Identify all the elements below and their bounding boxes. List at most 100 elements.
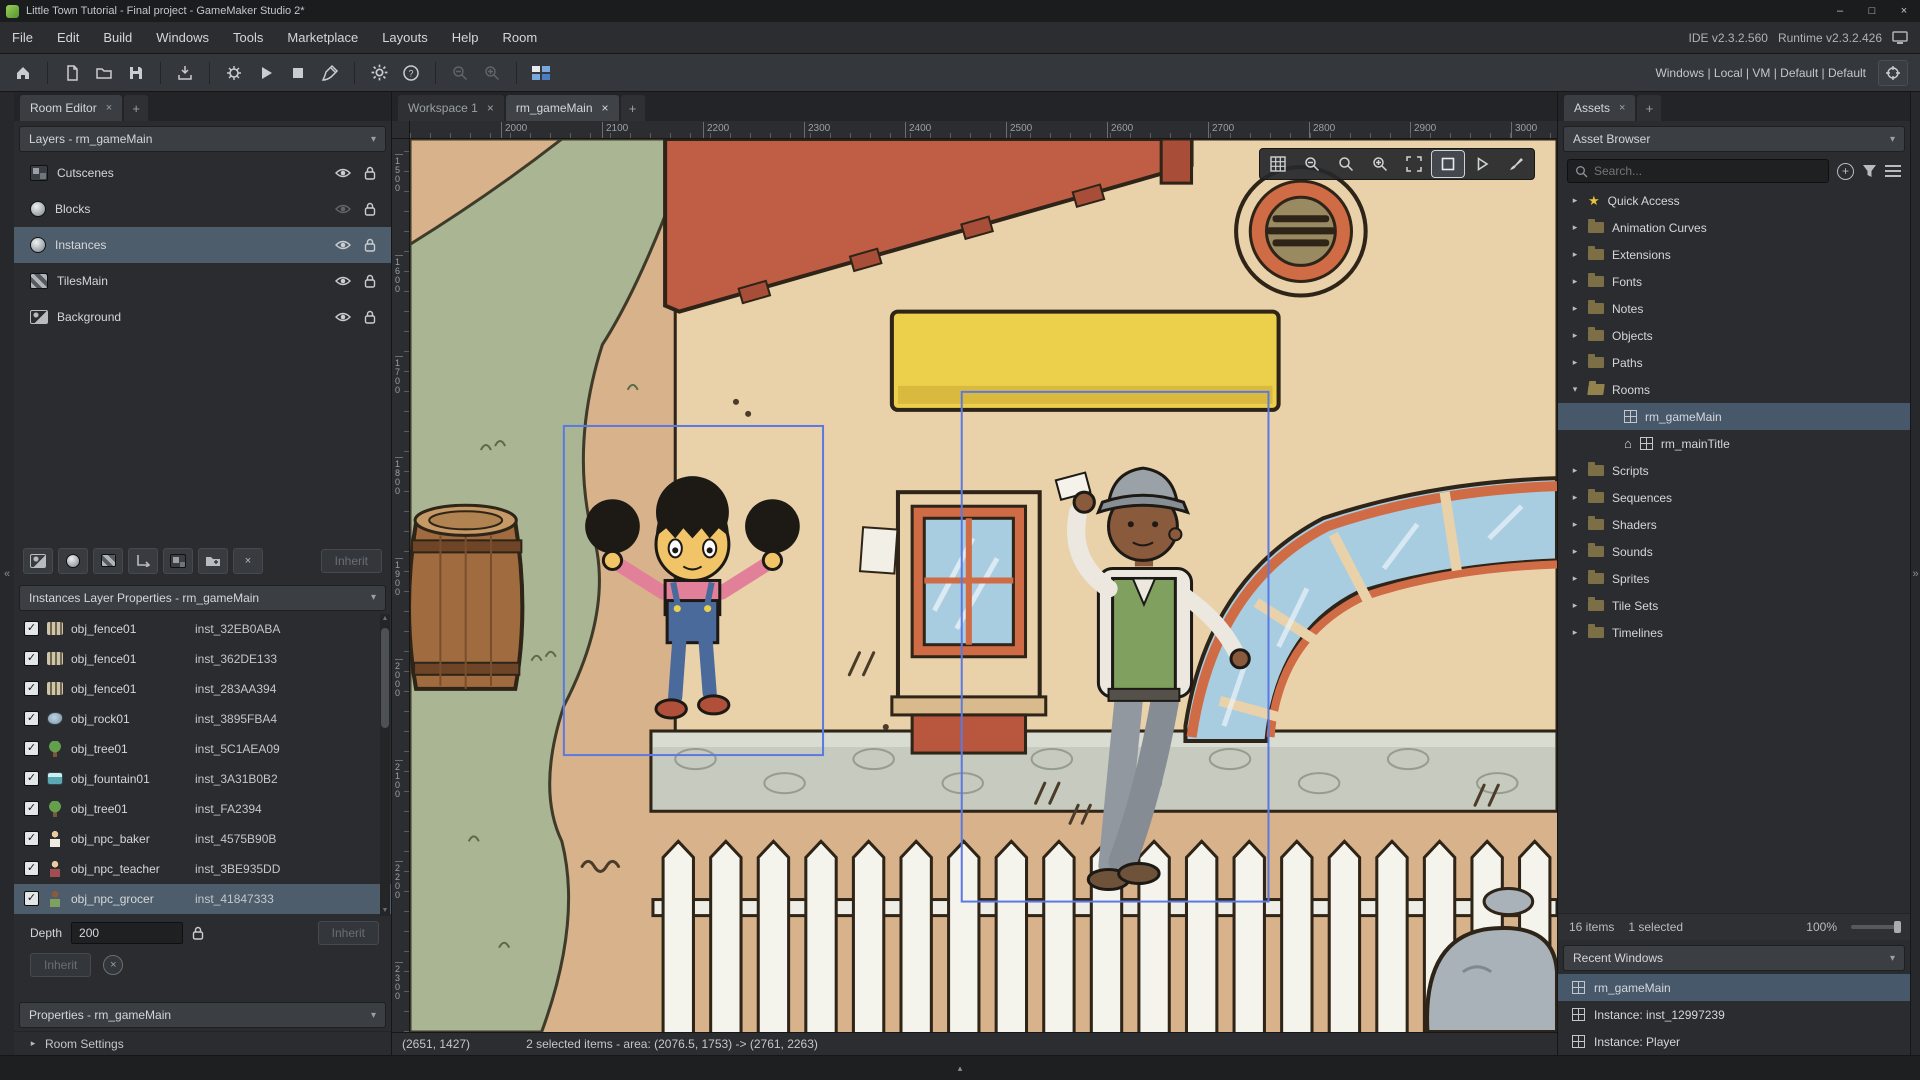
add-instance-layer-button[interactable] xyxy=(58,547,88,574)
add-layer-folder-button[interactable] xyxy=(198,547,228,574)
menu-item[interactable]: Edit xyxy=(45,22,91,53)
recent-window-item[interactable]: Instance: Player xyxy=(1558,1028,1910,1055)
recent-windows-dropdown[interactable]: Recent Windows ▾ xyxy=(1563,945,1905,971)
target-manager-button[interactable] xyxy=(1878,59,1908,86)
instance-checkbox[interactable]: ✓ xyxy=(24,801,39,817)
layers-dropdown[interactable]: Layers - rm_gameMain ▾ xyxy=(19,126,386,152)
close-button[interactable]: × xyxy=(1888,0,1920,22)
inherit-button[interactable]: Inherit xyxy=(30,952,92,977)
layer-row[interactable]: Instances xyxy=(14,227,391,263)
lock-icon[interactable] xyxy=(361,238,379,252)
layer-row[interactable]: Blocks xyxy=(14,191,391,227)
expand-dock-icon[interactable]: ▴ xyxy=(958,1063,963,1074)
save-project-icon[interactable] xyxy=(121,59,151,87)
instance-row[interactable]: ✓ obj_fence01 inst_362DE133 xyxy=(14,644,391,674)
add-path-layer-button[interactable] xyxy=(128,547,158,574)
slider-knob[interactable] xyxy=(1894,921,1901,933)
instance-row[interactable]: ✓ obj_tree01 inst_FA2394 xyxy=(14,794,391,824)
asset-tree-item[interactable]: ▸ ★ ⌂ Fonts xyxy=(1558,268,1910,295)
instance-row[interactable]: ✓ obj_npc_teacher inst_3BE935DD xyxy=(14,854,391,884)
asset-tree-item[interactable]: ▸ ★ ⌂ Paths xyxy=(1558,349,1910,376)
help-button[interactable]: ? xyxy=(396,59,426,87)
layer-row[interactable]: Background xyxy=(14,299,391,335)
expander-icon[interactable]: ▸ xyxy=(1570,546,1580,557)
depth-input[interactable] xyxy=(71,921,184,944)
instance-checkbox[interactable]: ✓ xyxy=(24,711,39,727)
lock-icon[interactable] xyxy=(361,202,379,216)
instance-row[interactable]: ✓ obj_fence01 inst_283AA394 xyxy=(14,674,391,704)
properties-dropdown[interactable]: Properties - rm_gameMain ▾ xyxy=(19,1002,386,1028)
menu-hamburger-icon[interactable] xyxy=(1885,165,1901,177)
expander-icon[interactable]: ▸ xyxy=(28,1038,38,1049)
new-workspace-tab-button[interactable]: + xyxy=(620,95,645,121)
zoom-out-icon[interactable] xyxy=(445,59,475,87)
zoom-in-icon[interactable] xyxy=(477,59,507,87)
menu-item[interactable]: Room xyxy=(491,22,550,53)
instances-scrollbar[interactable]: ▲ ▼ xyxy=(380,613,390,916)
asset-browser-dropdown[interactable]: Asset Browser ▾ xyxy=(1563,126,1905,152)
room-settings-section[interactable]: ▸ Room Settings xyxy=(14,1031,391,1055)
instance-row[interactable]: ✓ obj_rock01 inst_3895FBA4 xyxy=(14,704,391,734)
close-tab-icon[interactable]: × xyxy=(602,101,609,115)
layer-row[interactable]: TilesMain xyxy=(14,263,391,299)
expander-icon[interactable]: ▸ xyxy=(1570,276,1580,287)
instance-checkbox[interactable]: ✓ xyxy=(24,741,39,757)
visibility-eye-icon[interactable] xyxy=(334,239,352,251)
game-options-icon[interactable] xyxy=(364,59,394,87)
asset-tree-item[interactable]: ▸ ★ ⌂ Shaders xyxy=(1558,511,1910,538)
play-room-icon[interactable] xyxy=(1466,151,1498,177)
expander-icon[interactable]: ▾ xyxy=(1570,384,1580,395)
zoom-out-icon[interactable] xyxy=(1296,151,1328,177)
close-tab-icon[interactable]: × xyxy=(1619,102,1625,114)
menu-item[interactable]: Layouts xyxy=(370,22,440,53)
tab-assets[interactable]: Assets × xyxy=(1564,95,1636,121)
visibility-eye-icon[interactable] xyxy=(334,167,352,179)
asset-tree-item[interactable]: ★ ⌂ rm_mainTitle xyxy=(1558,430,1910,457)
expander-icon[interactable]: ▸ xyxy=(1570,573,1580,584)
home-button[interactable] xyxy=(8,59,38,87)
add-background-layer-button[interactable] xyxy=(23,547,53,574)
expander-icon[interactable]: ▸ xyxy=(1570,330,1580,341)
instances-properties-dropdown[interactable]: Instances Layer Properties - rm_gameMain… xyxy=(19,584,386,611)
layer-row[interactable]: Cutscenes xyxy=(14,155,391,191)
instance-checkbox[interactable]: ✓ xyxy=(24,771,39,787)
clear-inherit-button[interactable]: × xyxy=(103,954,124,975)
zoom-reset-icon[interactable] xyxy=(1330,151,1362,177)
open-project-icon[interactable] xyxy=(89,59,119,87)
asset-tree-item[interactable]: ▸ ★ ⌂ Quick Access xyxy=(1558,187,1910,214)
search-input[interactable] xyxy=(1594,164,1821,178)
delete-layer-button[interactable]: × xyxy=(233,547,263,574)
new-tab-button[interactable]: + xyxy=(124,95,149,121)
depth-lock-icon[interactable] xyxy=(192,926,204,940)
right-panel-collapse-strip[interactable]: » xyxy=(1910,92,1920,1055)
expander-icon[interactable]: ▸ xyxy=(1570,627,1580,638)
instance-row[interactable]: ✓ obj_fountain01 inst_3A31B0B2 xyxy=(14,764,391,794)
layers-inherit-button[interactable]: Inherit xyxy=(320,548,382,573)
scroll-down-icon[interactable]: ▼ xyxy=(382,906,389,916)
zoom-in-icon[interactable] xyxy=(1364,151,1396,177)
instance-row[interactable]: ✓ obj_fence01 inst_32EB0ABA xyxy=(14,614,391,644)
recent-window-item[interactable]: Instance: inst_12997239 xyxy=(1558,1001,1910,1028)
recent-window-item[interactable]: rm_gameMain xyxy=(1558,974,1910,1001)
new-project-icon[interactable] xyxy=(57,59,87,87)
instance-checkbox[interactable]: ✓ xyxy=(24,651,39,667)
new-tab-button[interactable]: + xyxy=(1637,95,1662,121)
clean-button[interactable] xyxy=(315,59,345,87)
expander-icon[interactable]: ▸ xyxy=(1570,303,1580,314)
expander-icon[interactable]: ▸ xyxy=(1570,222,1580,233)
minimize-button[interactable]: – xyxy=(1824,0,1856,22)
menu-item[interactable]: Tools xyxy=(221,22,275,53)
zoom-slider[interactable] xyxy=(1851,921,1901,933)
close-tab-icon[interactable]: × xyxy=(106,102,112,114)
region-select-icon[interactable] xyxy=(1431,150,1465,178)
lock-icon[interactable] xyxy=(361,166,379,180)
maximize-button[interactable]: □ xyxy=(1856,0,1888,22)
instance-row[interactable]: ✓ obj_npc_grocer inst_41847333 xyxy=(14,883,391,914)
asset-tree-item[interactable]: ▸ ★ ⌂ Sequences xyxy=(1558,484,1910,511)
asset-tree-item[interactable]: ▸ ★ ⌂ Timelines xyxy=(1558,619,1910,646)
filter-icon[interactable] xyxy=(1862,164,1877,178)
expander-icon[interactable]: ▸ xyxy=(1570,195,1580,206)
expander-icon[interactable]: ▸ xyxy=(1570,249,1580,260)
instance-checkbox[interactable]: ✓ xyxy=(24,681,39,697)
add-tile-layer-button[interactable] xyxy=(93,547,123,574)
